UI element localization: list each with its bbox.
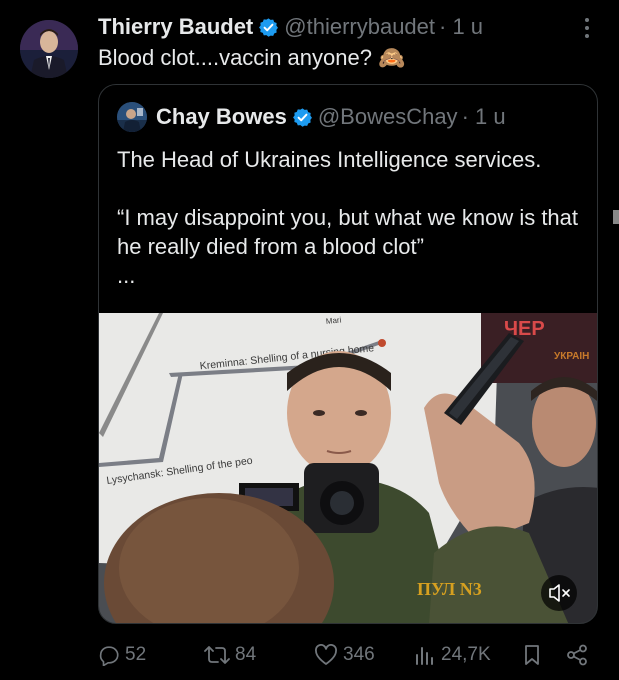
bookmark-button[interactable] xyxy=(522,640,542,670)
tweet-header: Thierry Baudet @thierrybaudet · 1 u xyxy=(98,13,483,41)
tweet-time[interactable]: · 1 u xyxy=(439,13,483,41)
bookmark-icon xyxy=(525,645,539,665)
video-player[interactable]: Kreminna: Shelling of a nursing home Mar… xyxy=(99,313,597,623)
author-name[interactable]: Thierry Baudet xyxy=(98,13,253,41)
map-label-top: Mari xyxy=(325,315,342,326)
pool-overlay-text: ПУЛ N3 xyxy=(417,579,482,599)
quote-time[interactable]: · 1 u xyxy=(462,102,506,132)
author-avatar-image xyxy=(20,20,78,78)
heart-icon xyxy=(315,644,337,665)
quote-line-2: “I may disappoint you, but what we know … xyxy=(117,205,579,259)
like-button[interactable]: 346 xyxy=(314,640,375,670)
quoted-tweet[interactable]: Chay Bowes @BowesChay · 1 u The Head of … xyxy=(98,84,598,624)
quote-header: Chay Bowes @BowesChay · 1 u xyxy=(156,102,506,132)
action-bar: 52 84 346 24,7K xyxy=(0,640,619,670)
quote-author-handle[interactable]: @BowesChay xyxy=(318,102,458,132)
views-icon xyxy=(416,647,433,665)
scroll-indicator xyxy=(613,210,619,224)
retweet-button[interactable]: 84 xyxy=(204,640,256,670)
more-options-icon[interactable] xyxy=(582,16,592,40)
verified-badge-icon xyxy=(259,17,279,37)
channel-sub: УКРАІН xyxy=(554,351,589,362)
author-handle[interactable]: @thierrybaudet xyxy=(284,13,435,41)
quote-author-avatar[interactable] xyxy=(117,102,147,132)
video-frame: Kreminna: Shelling of a nursing home Mar… xyxy=(99,313,597,623)
quote-avatar-image xyxy=(117,102,147,132)
share-button[interactable] xyxy=(566,640,588,670)
share-icon xyxy=(567,644,587,666)
quote-text: The Head of Ukraines Intelligence servic… xyxy=(117,145,587,290)
mute-button[interactable] xyxy=(541,575,577,611)
speaker-muted-icon xyxy=(549,584,570,602)
reply-icon xyxy=(99,646,119,666)
author-avatar[interactable] xyxy=(20,20,78,78)
quote-author-name[interactable]: Chay Bowes xyxy=(156,102,287,132)
quote-line-1: The Head of Ukraines Intelligence servic… xyxy=(117,147,542,172)
reply-button[interactable]: 52 xyxy=(98,640,146,670)
quote-line-3: ... xyxy=(117,263,136,288)
quote-verified-badge-icon xyxy=(292,107,312,127)
retweet-icon xyxy=(204,646,230,664)
retweet-count: 84 xyxy=(235,644,257,665)
views-button[interactable]: 24,7K xyxy=(414,640,491,670)
view-count: 24,7K xyxy=(441,644,491,665)
tweet-text: Blood clot....vaccin anyone? 🙈 xyxy=(98,45,406,70)
like-count: 346 xyxy=(343,644,375,665)
reply-count: 52 xyxy=(125,644,147,665)
